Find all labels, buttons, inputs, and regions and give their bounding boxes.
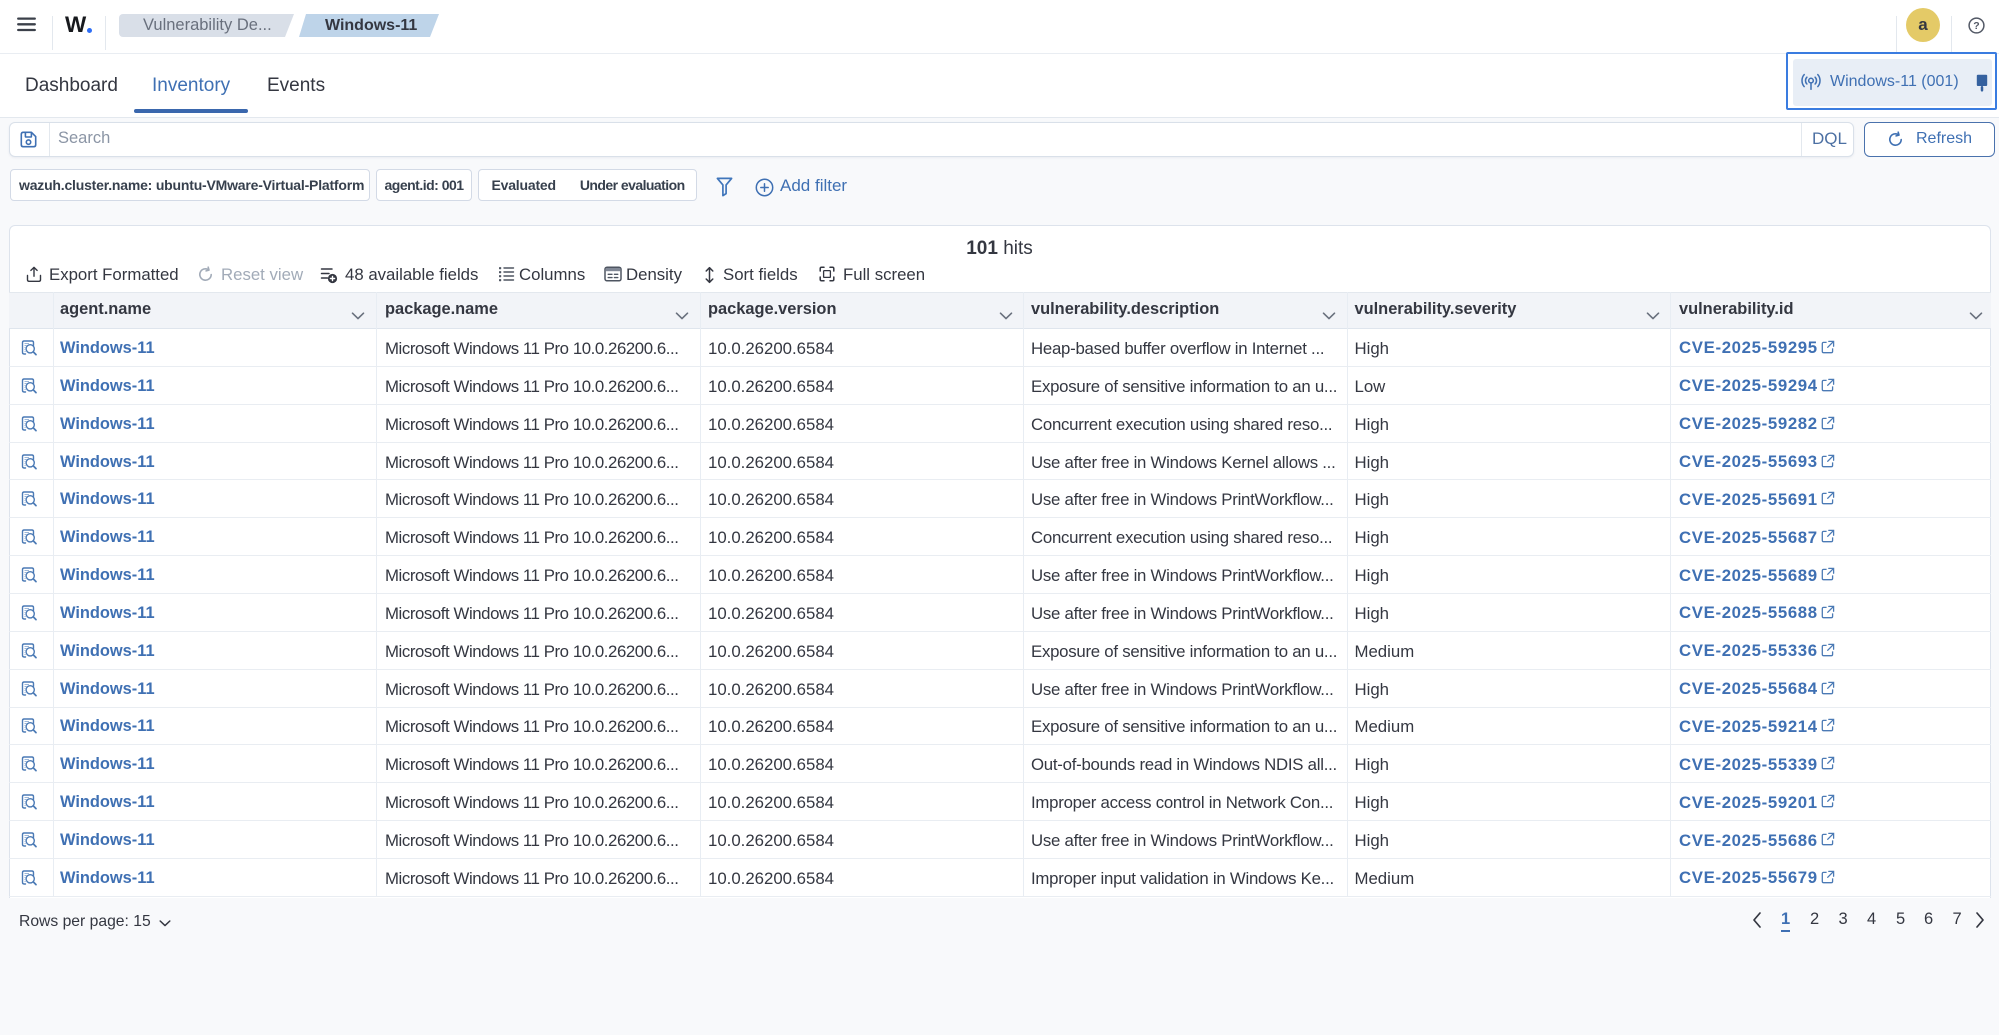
svg-text:?: ? (1973, 20, 1979, 32)
